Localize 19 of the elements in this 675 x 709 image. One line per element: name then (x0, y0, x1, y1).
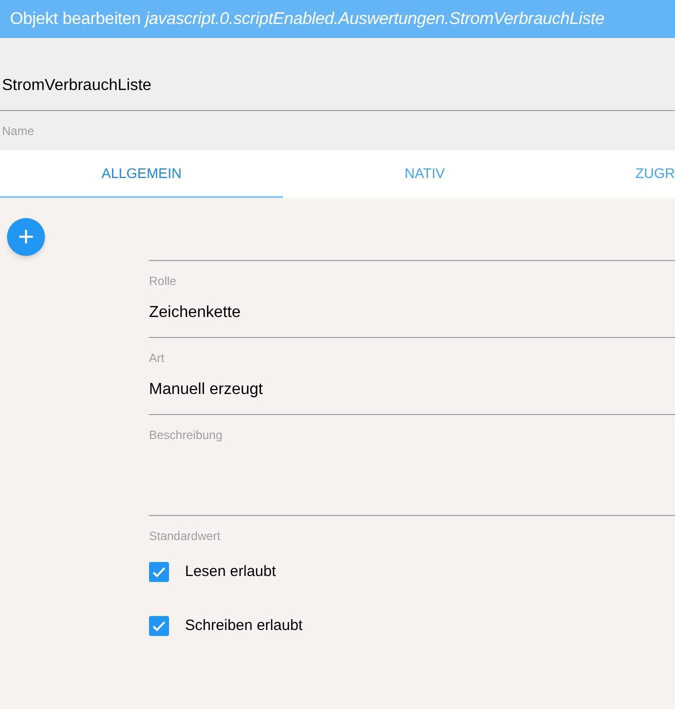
field-helper: Beschreibung (149, 427, 222, 444)
field-helper: Name (1, 123, 34, 140)
name-field[interactable]: StromVerbrauchListe (2, 74, 675, 98)
field-helper: Standardwert (149, 528, 220, 545)
field-helper: Art (149, 350, 164, 367)
tab[interactable]: NATIV (283, 150, 566, 198)
checkbox-label: Lesen erlaubt (185, 562, 276, 582)
checkbox[interactable] (149, 616, 169, 636)
text-field[interactable]: Zeichenkette (149, 290, 675, 338)
checkbox-label: Schreiben erlaubt (185, 616, 303, 636)
checkmark-icon (152, 566, 166, 578)
checkmark-icon (152, 620, 166, 632)
window-title: Objekt bearbeiten javascript.0.scriptEnabled.Auswertungen.StromVerbrauchListe (10, 8, 604, 30)
field-helper: Rolle (149, 273, 176, 290)
tab[interactable]: ZUGR (566, 150, 675, 198)
tab[interactable]: ALLGEMEIN (0, 150, 284, 198)
text-field[interactable]: Manuell erzeugt (149, 367, 675, 415)
add-button[interactable]: + (7, 218, 45, 256)
checkbox[interactable] (149, 562, 169, 582)
